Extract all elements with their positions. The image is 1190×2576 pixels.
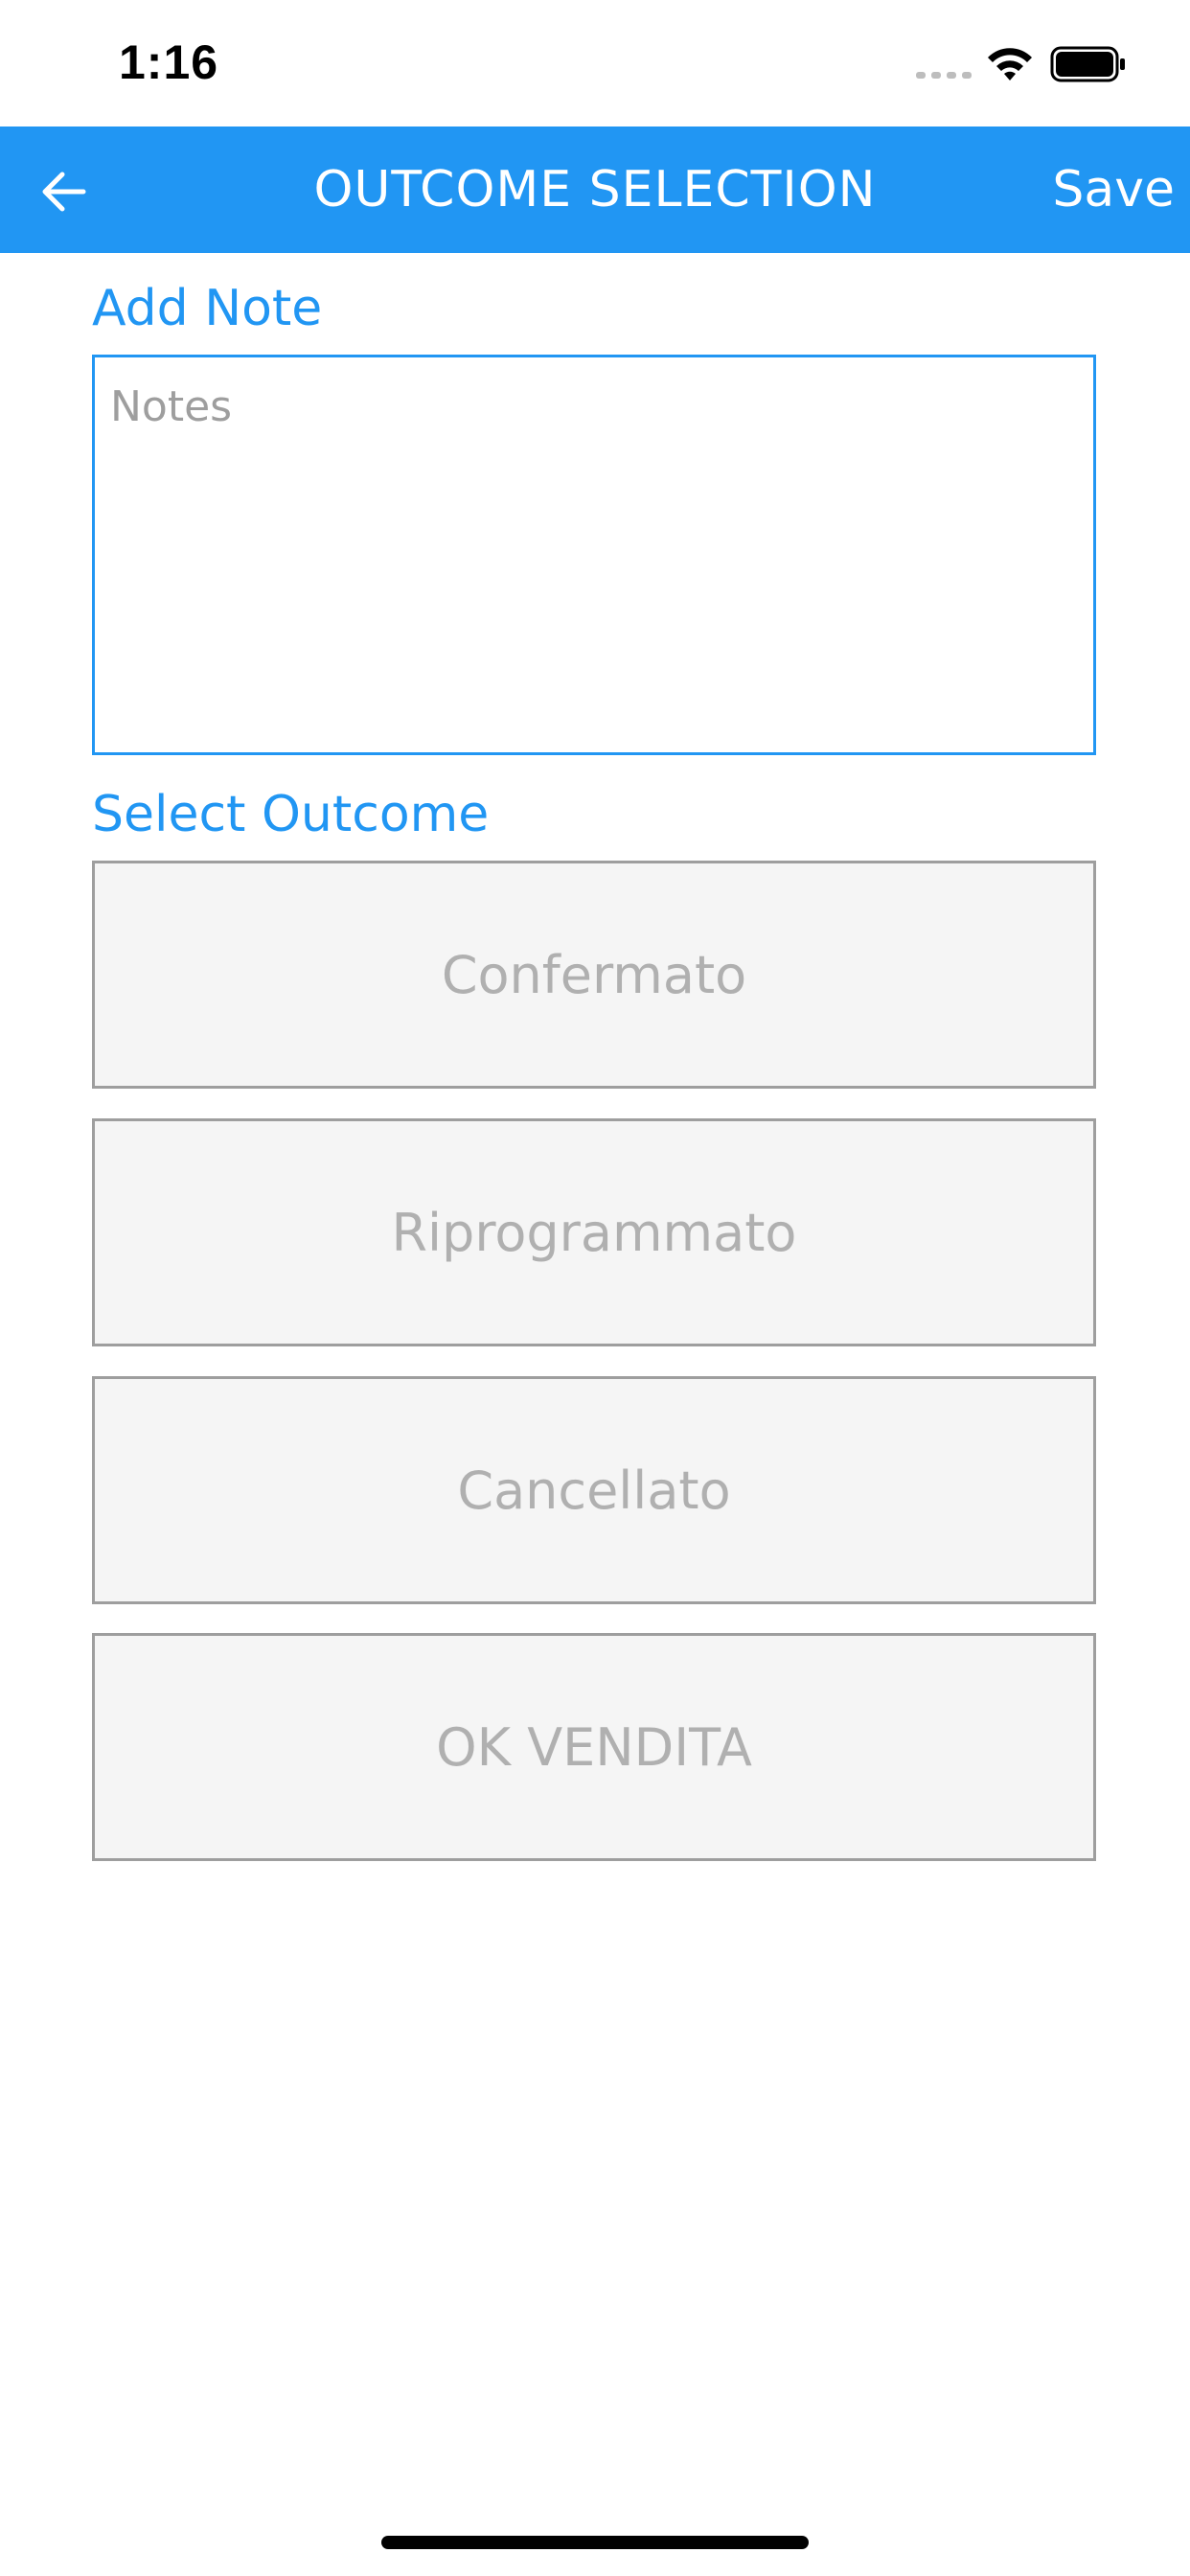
outcome-option-riprogrammato[interactable]: Riprogrammato xyxy=(92,1118,1096,1346)
outcome-option-confermato[interactable]: Confermato xyxy=(92,861,1096,1089)
outcome-option-ok-vendita[interactable]: OK VENDITA xyxy=(92,1633,1096,1861)
select-outcome-label: Select Outcome xyxy=(92,786,490,843)
page-title: OUTCOME SELECTION xyxy=(313,161,877,218)
status-bar: 1:16 xyxy=(0,0,1190,126)
outcome-option-cancellato[interactable]: Cancellato xyxy=(92,1376,1096,1604)
add-note-label: Add Note xyxy=(92,280,323,337)
save-button[interactable]: Save xyxy=(1052,126,1175,253)
notes-input[interactable] xyxy=(92,355,1096,755)
status-time: 1:16 xyxy=(119,35,219,89)
app-bar: OUTCOME SELECTION Save xyxy=(0,126,1190,253)
cellular-signal-icon xyxy=(916,72,972,79)
wifi-icon xyxy=(988,48,1032,80)
battery-icon xyxy=(1050,46,1125,82)
home-indicator[interactable] xyxy=(381,2536,809,2549)
